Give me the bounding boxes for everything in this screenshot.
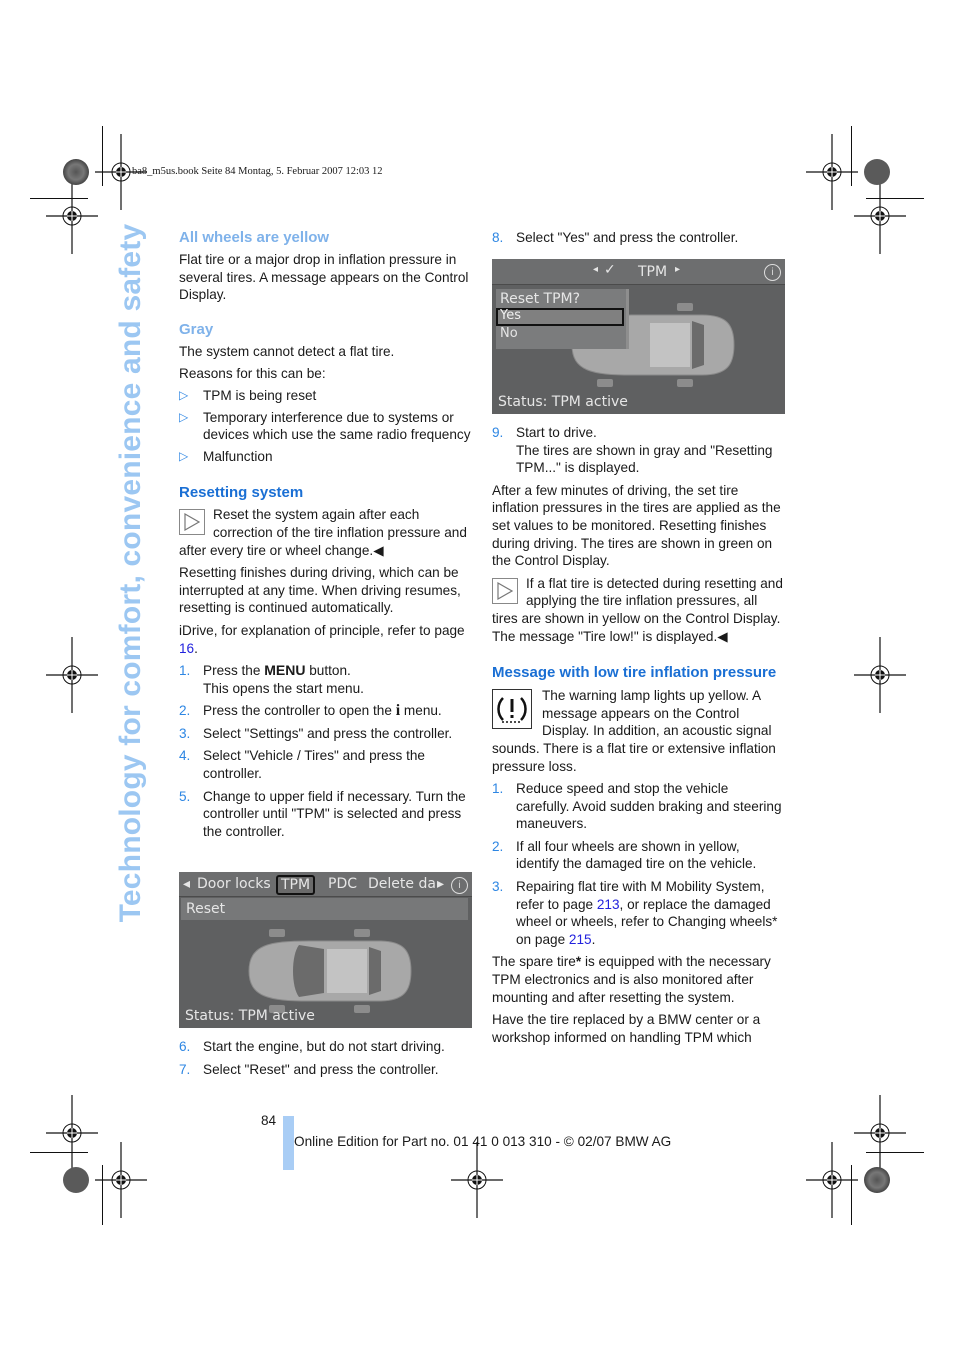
scroll-right-icon: ▸	[437, 876, 445, 892]
registration-mark-icon	[450, 1141, 504, 1219]
after-driving-para: After a few minutes of driving, the set …	[492, 482, 781, 569]
page-number: 84	[261, 1113, 277, 1128]
footer-accent-bar	[283, 1116, 294, 1170]
page-link[interactable]: 213	[597, 897, 620, 912]
heading-all-wheels-yellow: All wheels are yellow	[179, 229, 330, 246]
tab-delete-data: Delete da	[368, 876, 436, 892]
page-link[interactable]: 16	[179, 641, 194, 656]
end-mark-icon: ◀	[717, 628, 728, 644]
list-item: 8. Select "Yes" and press the controller.	[492, 230, 739, 245]
note-triangle-icon	[492, 577, 518, 604]
info-icon: i	[764, 264, 781, 281]
steps-list-2: 6. Start the engine, but do not start dri…	[179, 1038, 471, 1078]
right-column-top: 8. Select "Yes" and press the controller.	[492, 229, 784, 247]
resetting-para: Resetting finishes during driving, which…	[179, 565, 461, 616]
scroll-left-icon: ◂	[593, 264, 599, 275]
bullet-triangle-icon: ▷	[179, 387, 189, 402]
spare-tire-para: The spare tire* is equipped with the nec…	[492, 954, 771, 1005]
footer-edition: Online Edition for Part no. 01 41 0 013 …	[294, 1134, 672, 1149]
reasons-intro: Reasons for this can be:	[179, 366, 326, 382]
flat-tire-note: If a flat tire is detected during resett…	[492, 575, 783, 644]
list-item: 7. Select "Reset" and press the controlle…	[179, 1061, 439, 1077]
heading-gray: Gray	[179, 320, 214, 338]
color-rosette-icon	[864, 159, 890, 185]
list-item: ▷ Malfunction	[179, 448, 273, 464]
tab-tpm-selected: TPM	[276, 875, 316, 895]
steps-list: 1. Press the MENU button. This opens the s…	[179, 662, 471, 840]
registration-mark-icon	[45, 1094, 99, 1172]
registration-mark-icon	[853, 636, 907, 714]
control-display-screenshot-reset-tpm: ◂ ✓ TPM ▸ i Reset TPM? Yes No Status: TP…	[492, 259, 785, 414]
screen-title: TPM	[638, 264, 668, 280]
all-wheels-text: Flat tire or a major drop in inflation p…	[179, 252, 469, 303]
registration-mark-icon	[805, 1141, 859, 1219]
status-text: Status: TPM active	[498, 394, 628, 410]
tire-pressure-warning-icon	[492, 689, 532, 730]
registration-mark-icon	[853, 177, 907, 255]
page-link[interactable]: 215	[569, 932, 592, 947]
reset-dialog: Reset TPM? Yes No	[496, 289, 629, 349]
list-item: 6. Start the engine, but do not start dri…	[179, 1039, 445, 1054]
list-item: 4. Select "Vehicle / Tires" and press the…	[179, 748, 425, 782]
list-item: 5. Change to upper field if necessary. Tu…	[179, 788, 466, 839]
list-item: 3. Select "Settings" and press the contro…	[179, 725, 453, 741]
list-item: 1. Reduce speed and stop the vehicle care…	[492, 781, 782, 832]
menu-button-label: MENU	[264, 662, 306, 679]
side-chapter-title: Technology for comfort, convenience and …	[114, 223, 147, 923]
reasons-list: ▷ TPM is being reset ▷ Temporary interfere…	[179, 387, 471, 465]
option-no: No	[500, 326, 518, 341]
left-column: All wheels are yellow Flat tire or a maj…	[179, 229, 471, 840]
note-triangle-icon	[179, 509, 205, 536]
menu-item-reset: Reset	[186, 901, 226, 917]
status-text: Status: TPM active	[185, 1008, 315, 1024]
gray-text: The system cannot detect a flat tire.	[179, 343, 395, 359]
list-item: ▷ Temporary interference due to systems o…	[179, 409, 471, 443]
bullet-triangle-icon: ▷	[179, 448, 189, 463]
list-item: 2. Press the controller to open the i men…	[179, 702, 442, 720]
low-pressure-steps: 1. Reduce speed and stop the vehicle care…	[492, 780, 784, 948]
list-item: 1. Press the MENU button. This opens the s…	[179, 662, 364, 696]
registration-mark-icon	[94, 1141, 148, 1219]
heading-low-pressure: Message with low tire inflation pressure	[492, 664, 777, 682]
bullet-triangle-icon: ▷	[179, 409, 189, 424]
info-icon: i	[451, 877, 468, 894]
end-mark-icon: ◀	[373, 542, 384, 558]
resetting-note: Reset the system again after each correc…	[179, 507, 467, 558]
right-column-body: 9. Start to drive. The tires are shown in …	[492, 424, 784, 1046]
tab-pdc: PDC	[328, 876, 357, 892]
registration-mark-icon	[45, 636, 99, 714]
color-rosette-icon	[864, 1167, 890, 1193]
list-item: 3. Repairing flat tire with M Mobility Sy…	[492, 879, 778, 947]
scroll-left-icon: ◂	[183, 876, 191, 892]
tab-door-locks: Door locks	[197, 876, 271, 892]
registration-mark-icon	[853, 1094, 907, 1172]
color-rosette-icon	[63, 159, 89, 185]
color-rosette-icon	[63, 1167, 89, 1193]
registration-mark-icon	[45, 177, 99, 255]
list-item: 9. Start to drive. The tires are shown in …	[492, 425, 773, 476]
idrive-reference: iDrive, for explanation of principle, re…	[179, 622, 465, 656]
dialog-title: Reset TPM?	[500, 291, 581, 307]
registration-mark-icon	[805, 133, 859, 211]
scroll-right-icon: ▸	[675, 264, 681, 275]
option-yes-selected: Yes	[496, 308, 624, 326]
control-display-screenshot-tpm: ◂ Door locks TPM PDC Delete da ▸ i Reset…	[179, 872, 472, 1028]
replace-tire-para: Have the tire replaced by a BMW center o…	[492, 1012, 761, 1045]
print-header: ba8_m5us.book Seite 84 Montag, 5. Februa…	[132, 166, 383, 177]
low-pressure-para: The warning lamp lights up yellow. A mes…	[492, 688, 776, 774]
heading-resetting-system: Resetting system	[179, 484, 304, 502]
car-top-view-icon	[248, 929, 412, 1013]
list-item: 2. If all four wheels are shown in yellow…	[492, 838, 757, 872]
list-item: ▷ TPM is being reset	[179, 387, 317, 403]
tpm-check-icon: ✓	[604, 262, 616, 278]
